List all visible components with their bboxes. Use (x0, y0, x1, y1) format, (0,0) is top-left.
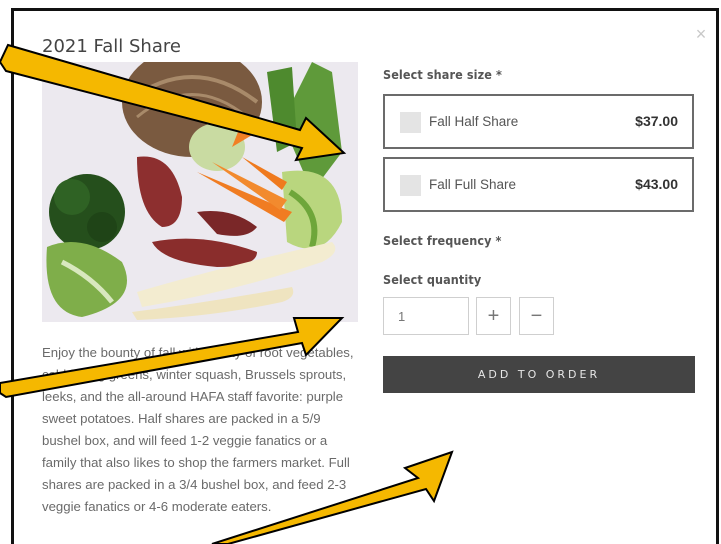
option-name: Fall Full Share (429, 177, 517, 192)
checkbox-icon[interactable] (400, 175, 421, 196)
frequency-label: Select frequency * (383, 233, 502, 248)
option-price: $37.00 (635, 113, 678, 129)
plus-icon[interactable]: + (476, 297, 511, 335)
checkbox-icon[interactable] (400, 112, 421, 133)
minus-icon[interactable]: − (519, 297, 554, 335)
share-size-label: Select share size * (383, 67, 502, 82)
option-fall-full-share[interactable]: Fall Full Share $43.00 (383, 157, 694, 212)
option-fall-half-share[interactable]: Fall Half Share $37.00 (383, 94, 694, 149)
option-price: $43.00 (635, 176, 678, 192)
add-to-order-button[interactable]: ADD TO ORDER (383, 356, 695, 393)
quantity-input[interactable] (383, 297, 469, 335)
quantity-label: Select quantity (383, 272, 482, 287)
close-icon[interactable]: × (693, 25, 709, 43)
product-description: Enjoy the bounty of fall with plenty of … (42, 345, 354, 514)
product-title: 2021 Fall Share (42, 36, 181, 57)
option-name: Fall Half Share (429, 114, 519, 129)
product-image (42, 62, 358, 322)
